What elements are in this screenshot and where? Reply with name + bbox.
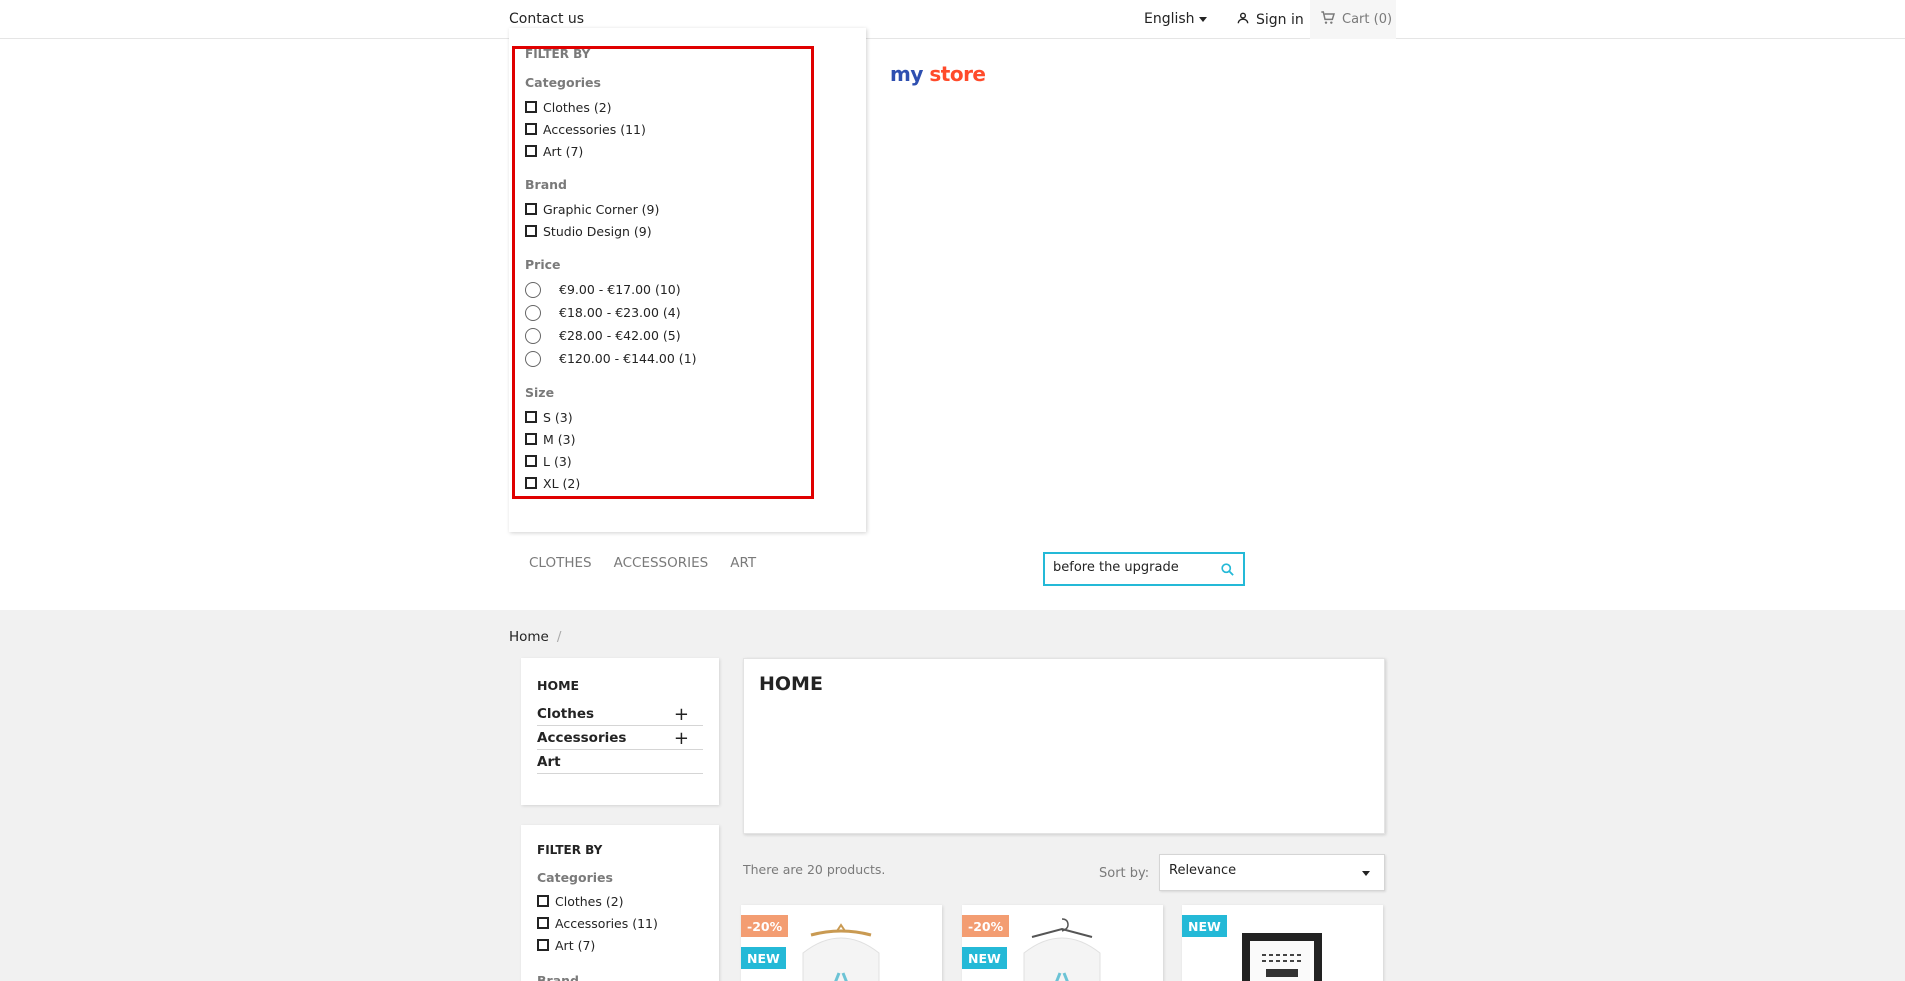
cart-icon [1320,10,1336,30]
discount-badge: -20% [962,915,1010,937]
search-widget [1043,552,1245,586]
search-input[interactable] [1053,560,1213,575]
caret-down-icon [1198,16,1207,22]
breadcrumb: Home / [509,629,561,645]
product-card[interactable]: -20% NEW [741,905,942,981]
top-bar: Contact us English Sign in Cart (0) [0,0,1905,39]
product-count: There are 20 products. [743,862,886,877]
discount-badge: -20% [741,915,789,937]
checkbox[interactable] [537,917,549,929]
filter-option[interactable]: Accessories (11) [537,912,658,934]
filter-option[interactable]: Art (7) [537,934,658,956]
sign-in-link[interactable]: Sign in [1236,11,1304,29]
menu-item-art[interactable]: ART [730,555,756,571]
breadcrumb-separator: / [556,629,562,645]
product-card[interactable]: NEW [1182,905,1383,981]
search-icon[interactable] [1220,562,1235,581]
category-tree-title[interactable]: HOME [537,678,579,693]
highlight-box [512,46,814,499]
framed-poster-image[interactable] [1222,913,1342,981]
checkbox[interactable] [537,939,549,951]
filter-dropdown-panel: FILTER BY Categories Clothes (2) Accesso… [509,28,866,532]
filter-option[interactable]: Clothes (2) [537,890,658,912]
sidebar-filter-title: FILTER BY [537,843,603,857]
plus-icon[interactable]: + [674,728,689,749]
language-selector[interactable]: English [1144,11,1207,27]
category-tree: HOME Clothes + Accessories + Art [521,658,719,805]
sort-by-label: Sort by: [1099,866,1150,881]
category-header: HOME [743,658,1385,834]
store-logo[interactable]: my store [890,62,986,86]
sidebar-facet-categories-title: Categories [537,870,613,885]
menu-item-clothes[interactable]: CLOTHES [529,555,592,571]
category-list: Clothes + Accessories + Art [537,702,703,774]
plus-icon[interactable]: + [674,704,689,725]
product-card[interactable]: -20% NEW [962,905,1163,981]
sidebar-facet-list: Clothes (2) Accessories (11) Art (7) [537,890,658,956]
user-icon [1236,11,1250,29]
cart-button[interactable]: Cart (0) [1310,0,1396,39]
main-menu: CLOTHES ACCESSORIES ART [529,555,756,571]
sidebar-facet-brand-title: Brand [537,973,579,981]
page-title: HOME [759,673,823,695]
header: Contact us English Sign in Cart (0) my s… [0,0,1905,610]
breadcrumb-home[interactable]: Home [509,629,549,645]
tshirt-image[interactable] [781,913,901,981]
sidebar-filter: FILTER BY Categories Clothes (2) Accesso… [521,825,719,981]
category-item-accessories[interactable]: Accessories + [537,726,703,750]
language-label: English [1144,11,1195,27]
category-item-art[interactable]: Art [537,750,703,774]
sort-value: Relevance [1169,863,1237,878]
caret-down-icon [1362,871,1370,876]
tshirt-image[interactable] [1002,913,1122,981]
cart-label: Cart (0) [1342,12,1393,27]
new-badge: NEW [1182,915,1227,937]
checkbox[interactable] [537,895,549,907]
menu-item-accessories[interactable]: ACCESSORIES [614,555,709,571]
new-badge: NEW [741,947,786,969]
new-badge: NEW [962,947,1007,969]
category-item-clothes[interactable]: Clothes + [537,702,703,726]
sort-select[interactable]: Relevance [1159,854,1385,891]
contact-us-link[interactable]: Contact us [509,11,584,27]
sign-in-label: Sign in [1256,12,1304,28]
